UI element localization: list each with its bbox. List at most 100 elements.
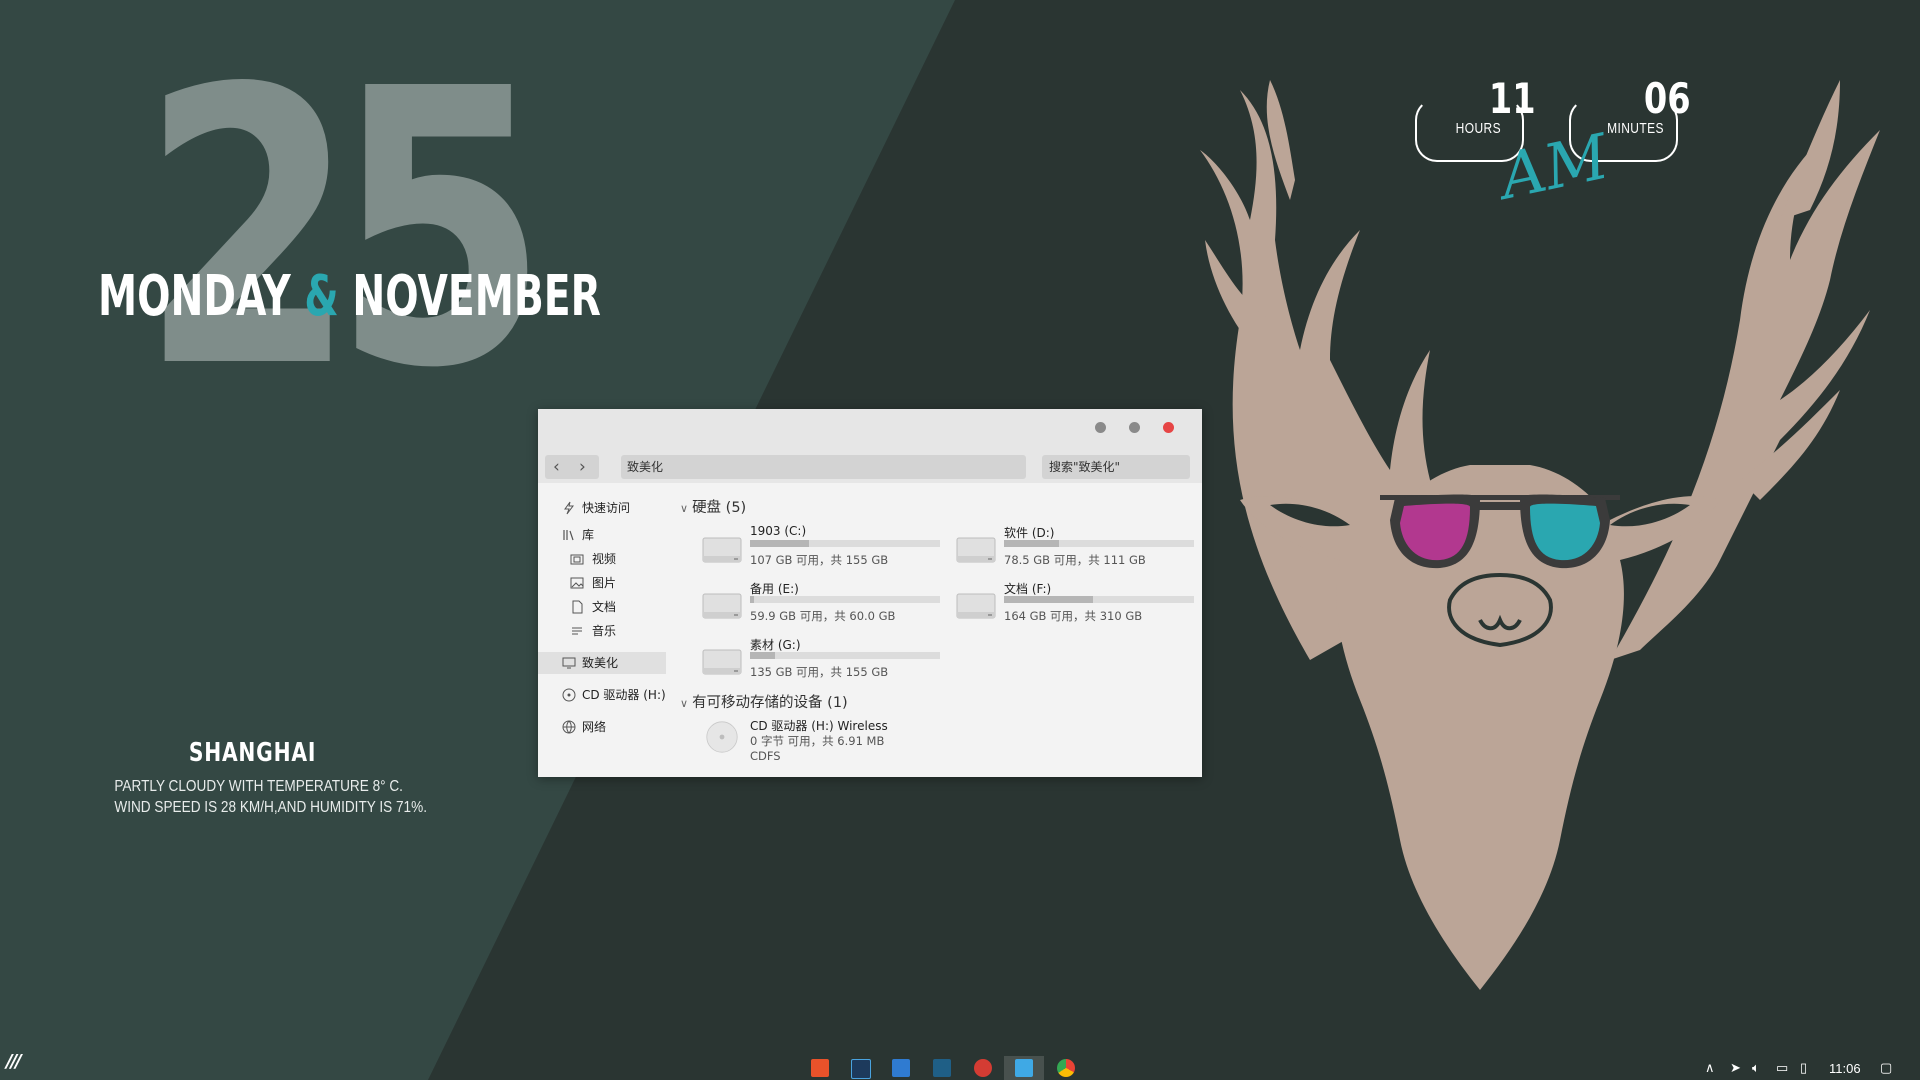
disc-icon xyxy=(562,688,576,702)
clock-minutes-label: MINUTES xyxy=(1607,120,1664,137)
sidebar-item-label: 文档 xyxy=(592,600,617,614)
optical-disc-icon xyxy=(706,721,738,753)
drive-space: 135 GB 可用，共 155 GB xyxy=(750,665,889,679)
notepad-icon[interactable] xyxy=(892,1059,910,1077)
cd-drive-name: CD 驱动器 (H:) Wireless xyxy=(750,719,888,733)
office-icon[interactable] xyxy=(811,1059,829,1077)
weekday-label: MONDAY xyxy=(98,264,291,329)
drive-item[interactable]: 软件 (D:) 78.5 GB 可用，共 111 GB xyxy=(954,524,1199,570)
drive-item[interactable]: 素材 (G:) 135 GB 可用，共 155 GB xyxy=(700,636,945,682)
chevron-down-icon: ∨ xyxy=(680,502,689,515)
network-icon[interactable]: ▭ xyxy=(1776,1060,1788,1076)
usb-icon[interactable]: ▯ xyxy=(1800,1060,1807,1076)
date-line: MONDAY & NOVEMBER xyxy=(98,262,601,332)
window-titlebar[interactable] xyxy=(538,409,1202,443)
drive-name: 1903 (C:) xyxy=(750,524,807,538)
month-label: NOVEMBER xyxy=(352,264,601,329)
date-day-number: 25 xyxy=(140,8,549,451)
cd-drive-space: 0 字节 可用，共 6.91 MB xyxy=(750,734,885,748)
weather-city: SHANGHAI xyxy=(188,738,317,768)
hard-drive-icon xyxy=(702,649,742,675)
sidebar-item-pictures[interactable]: 图片 xyxy=(538,572,666,594)
volume-icon[interactable]: 🔈︎ xyxy=(1752,1060,1760,1076)
notification-icon[interactable]: ▢ xyxy=(1880,1060,1892,1076)
drive-usage-fill xyxy=(750,652,775,659)
group-header-removable[interactable]: ∨ 有可移动存储的设备 (1) xyxy=(680,691,848,712)
document-icon xyxy=(572,600,583,614)
hard-drive-icon xyxy=(956,593,996,619)
sidebar-item-documents[interactable]: 文档 xyxy=(538,596,666,618)
sidebar-item-network[interactable]: 网络 xyxy=(538,716,666,738)
drive-space: 59.9 GB 可用，共 60.0 GB xyxy=(750,609,896,623)
sidebar-item-this-pc[interactable]: 致美化 xyxy=(538,652,666,674)
drive-usage-fill xyxy=(750,596,754,603)
weather-line-2: WIND SPEED IS 28 KM/H,AND HUMIDITY IS 71… xyxy=(114,799,427,816)
sidebar-item-label: 视频 xyxy=(592,552,617,566)
group-title: 硬盘 (5) xyxy=(692,500,747,516)
video-icon xyxy=(570,554,584,565)
computer-icon xyxy=(562,657,576,669)
photoshop-icon[interactable] xyxy=(851,1059,871,1079)
sidebar-item-quick-access[interactable]: 快速访问 xyxy=(538,497,666,519)
start-button[interactable]: /// xyxy=(6,1051,22,1072)
hard-drive-icon xyxy=(956,537,996,563)
drive-item[interactable]: 文档 (F:) 164 GB 可用，共 310 GB xyxy=(954,580,1199,626)
lightning-icon xyxy=(564,501,574,515)
drive-name: 素材 (G:) xyxy=(750,638,801,652)
drive-usage-fill xyxy=(750,540,809,547)
file-explorer-window: ‹ › 致美化 搜索"致美化" 快速访问 库 视频 图片 文档 音乐 致美化 C… xyxy=(538,409,1202,777)
terminal-icon[interactable] xyxy=(933,1059,951,1077)
clock-hours-label: HOURS xyxy=(1455,120,1502,137)
sidebar-item-cd-drive[interactable]: CD 驱动器 (H:) xyxy=(538,684,666,706)
sidebar-item-label: 图片 xyxy=(592,576,617,590)
tray-clock[interactable]: 11:06 xyxy=(1829,1061,1861,1076)
content-pane: ∨ 硬盘 (5) 1903 (C:) 107 GB 可用，共 155 GB 软件 … xyxy=(676,483,1202,777)
minimize-button[interactable] xyxy=(1095,422,1106,433)
close-button[interactable] xyxy=(1163,422,1174,433)
cd-drive-item[interactable]: CD 驱动器 (H:) Wireless 0 字节 可用，共 6.91 MB C… xyxy=(700,717,945,767)
drive-space: 107 GB 可用，共 155 GB xyxy=(750,553,889,567)
drive-usage-fill xyxy=(1004,596,1094,603)
music-icon xyxy=(572,627,582,635)
chrome-icon[interactable] xyxy=(1057,1059,1075,1077)
maximize-button[interactable] xyxy=(1129,422,1140,433)
forward-arrow-icon[interactable]: › xyxy=(579,457,586,477)
drive-name: 备用 (E:) xyxy=(750,582,799,596)
sidebar-item-label: 网络 xyxy=(582,720,607,734)
hard-drive-icon xyxy=(702,537,742,563)
back-arrow-icon[interactable]: ‹ xyxy=(553,457,560,477)
weather-line-1: PARTLY CLOUDY WITH TEMPERATURE 8° C. xyxy=(114,778,403,795)
sidebar-item-music[interactable]: 音乐 xyxy=(538,620,666,642)
chevron-down-icon: ∨ xyxy=(680,697,689,710)
drive-item[interactable]: 备用 (E:) 59.9 GB 可用，共 60.0 GB xyxy=(700,580,945,626)
weather-widget: SHANGHAI PARTLY CLOUDY WITH TEMPERATURE … xyxy=(90,738,427,818)
drive-name: 文档 (F:) xyxy=(1004,582,1052,596)
nav-buttons: ‹ › xyxy=(545,455,599,479)
group-title: 有可移动存储的设备 (1) xyxy=(692,695,848,711)
hard-drive-icon xyxy=(702,593,742,619)
sidebar-item-videos[interactable]: 视频 xyxy=(538,548,666,570)
clock-hours: 11 xyxy=(1488,74,1536,123)
drive-space: 78.5 GB 可用，共 111 GB xyxy=(1004,553,1146,567)
clock-minutes: 06 xyxy=(1643,74,1691,123)
group-header-disks[interactable]: ∨ 硬盘 (5) xyxy=(680,496,746,517)
cd-drive-filesystem: CDFS xyxy=(750,749,781,763)
drive-usage-bar xyxy=(750,540,940,547)
sidebar-item-label: CD 驱动器 (H:) xyxy=(582,688,666,702)
file-explorer-icon[interactable] xyxy=(1015,1059,1033,1077)
drive-usage-bar xyxy=(1004,540,1194,547)
taskbar: /// xyxy=(0,1040,1920,1080)
send-icon[interactable]: ➤ xyxy=(1730,1060,1741,1076)
sidebar-item-label: 库 xyxy=(582,528,595,542)
address-bar[interactable]: 致美化 xyxy=(621,455,1026,479)
chevron-up-icon[interactable]: ∧ xyxy=(1705,1060,1715,1076)
sidebar-item-library[interactable]: 库 xyxy=(538,524,666,546)
netease-music-icon[interactable] xyxy=(974,1059,992,1077)
navigation-bar: ‹ › 致美化 搜索"致美化" xyxy=(538,443,1202,483)
sidebar-item-label: 音乐 xyxy=(592,624,617,638)
search-box[interactable]: 搜索"致美化" xyxy=(1042,455,1190,479)
drive-item[interactable]: 1903 (C:) 107 GB 可用，共 155 GB xyxy=(700,524,945,570)
ampersand: & xyxy=(304,264,339,329)
sidebar-item-label: 快速访问 xyxy=(582,501,631,515)
navigation-pane: 快速访问 库 视频 图片 文档 音乐 致美化 CD 驱动器 (H:) 网络 xyxy=(538,483,668,777)
